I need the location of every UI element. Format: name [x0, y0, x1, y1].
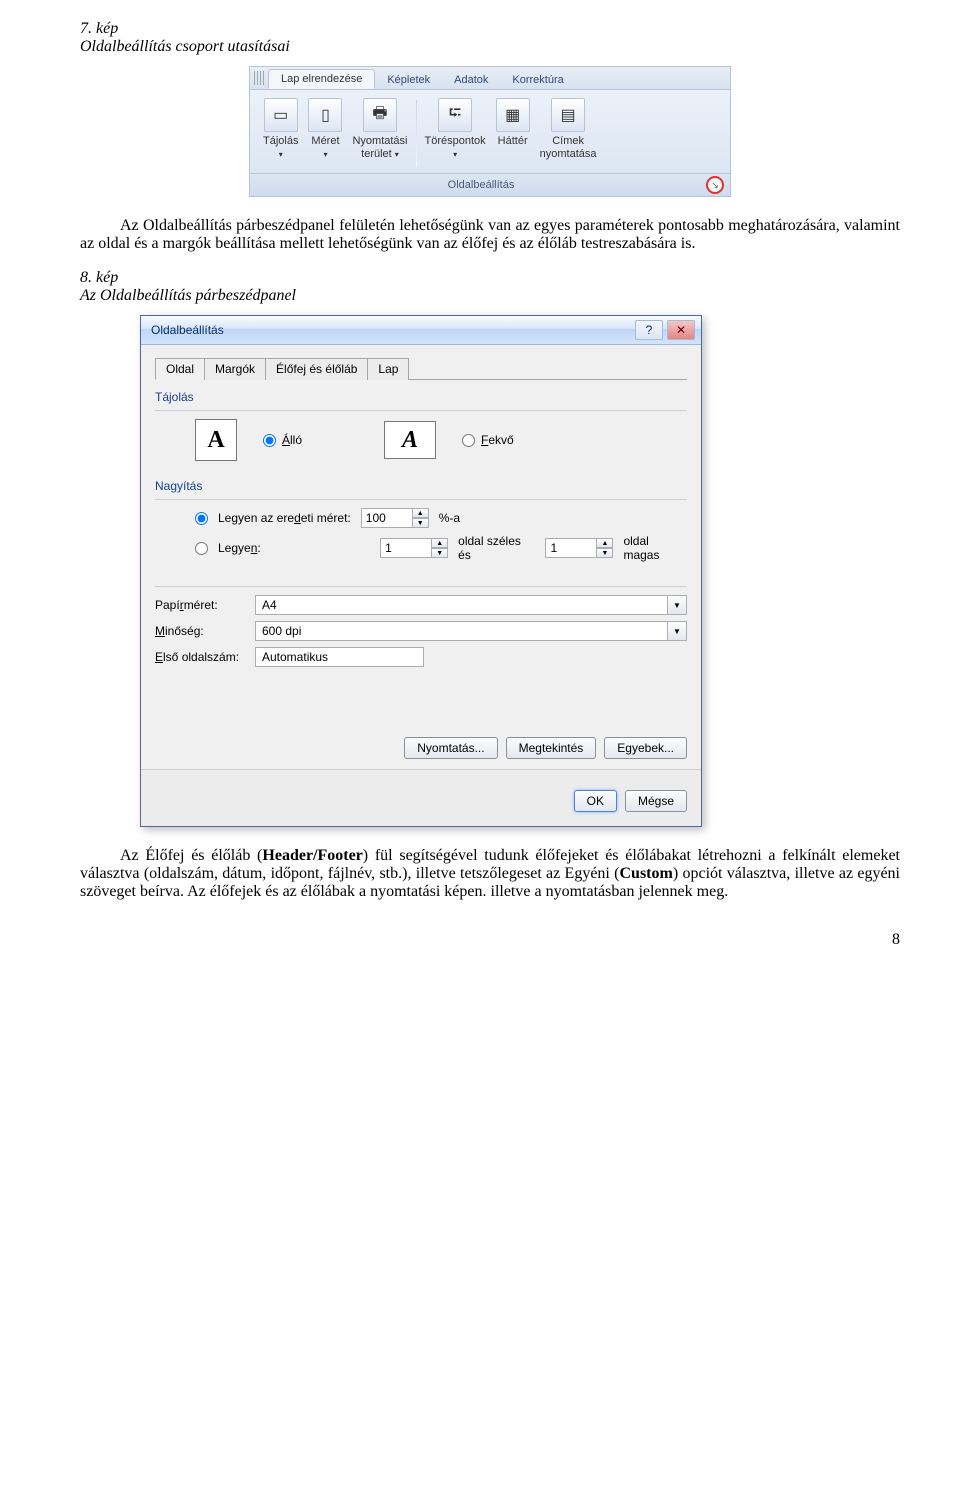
breaks-label: Töréspontok	[425, 135, 486, 147]
tab-sheet[interactable]: Lap	[367, 358, 409, 380]
background-label: Háttér	[498, 135, 528, 148]
chevron-down-icon: ▾	[323, 150, 327, 159]
tab-page[interactable]: Oldal	[155, 358, 205, 380]
ribbon-size[interactable]: ▯ Méret ▾	[305, 96, 345, 171]
tab-margins[interactable]: Margók	[204, 358, 266, 380]
dialog-launcher-icon[interactable]: ↘	[706, 176, 724, 194]
first-page-label: Első oldalszám:Első oldalszám:	[155, 650, 245, 664]
print-quality-combo[interactable]	[255, 621, 668, 641]
first-page-input[interactable]	[255, 647, 424, 667]
orientation-label: Tájolás	[263, 135, 298, 147]
adjust-to-label: Legyen az eredeti méret:Legyen az eredet…	[218, 511, 351, 525]
ribbon-tab-data[interactable]: Adatok	[442, 71, 500, 89]
landscape-icon: A	[384, 421, 436, 459]
spin-up-icon[interactable]: ▲	[597, 538, 613, 548]
ribbon-tab-review[interactable]: Korrektúra	[500, 71, 575, 89]
ribbon-orientation[interactable]: ▭ Tájolás ▾	[260, 96, 301, 171]
landscape-label: FekvőFekvő	[481, 433, 514, 447]
zoom-section-label: Nagyítás	[155, 479, 687, 493]
ribbon-tab-formulas[interactable]: Képletek	[375, 71, 442, 89]
pages-tall-input[interactable]	[545, 538, 597, 558]
ribbon-tab-layout[interactable]: Lap elrendezése	[268, 69, 375, 89]
preview-button[interactable]: Megtekintés	[506, 737, 597, 759]
spin-up-icon[interactable]: ▲	[413, 508, 429, 518]
landscape-radio[interactable]	[462, 434, 475, 447]
ribbon-background[interactable]: ▦ Háttér	[493, 96, 533, 171]
print-area-label1: Nyomtatási	[352, 135, 407, 147]
pages-tall-suffix: oldal magas	[623, 534, 687, 562]
adjust-to-radio[interactable]	[195, 512, 208, 525]
ribbon-handle	[254, 71, 264, 85]
ribbon-group-label: Oldalbeállítás	[448, 179, 515, 191]
orientation-section-label: Tájolás	[155, 390, 687, 404]
paragraph-2: Az Élőfej és élőláb (Header/Footer) fül …	[80, 847, 900, 901]
paragraph-1: Az Oldalbeállítás párbeszédpanel felület…	[80, 217, 900, 253]
spin-down-icon[interactable]: ▼	[432, 548, 448, 558]
size-icon: ▯	[308, 98, 342, 132]
help-button[interactable]: ?	[635, 320, 663, 340]
chevron-down-icon: ▾	[453, 150, 457, 159]
spin-down-icon[interactable]: ▼	[413, 518, 429, 528]
ribbon-print-area[interactable]: 🖶 Nyomtatásiterület ▾	[349, 96, 410, 171]
orientation-icon: ▭	[264, 98, 298, 132]
figure7-caption: Oldalbeállítás csoport utasításai	[80, 38, 900, 56]
spin-down-icon[interactable]: ▼	[597, 548, 613, 558]
zoom-percent-input[interactable]	[361, 508, 413, 528]
ribbon-screenshot: Lap elrendezése Képletek Adatok Korrektú…	[249, 66, 731, 197]
background-icon: ▦	[496, 98, 530, 132]
pages-wide-suffix: oldal széles és	[458, 534, 535, 562]
dialog-title: Oldalbeállítás	[151, 323, 224, 337]
tab-header-footer[interactable]: Élőfej és élőláb	[265, 358, 368, 380]
percent-suffix: %-a	[439, 511, 460, 525]
figure8-label: 8. kép	[80, 269, 900, 287]
fit-to-radio[interactable]	[195, 542, 208, 555]
print-quality-label: Minőség:Minőség:	[155, 624, 245, 638]
chevron-down-icon[interactable]: ▼	[668, 621, 687, 641]
spin-up-icon[interactable]: ▲	[432, 538, 448, 548]
titles-label1: Címek	[552, 135, 584, 147]
print-area-icon: 🖶	[363, 98, 397, 132]
portrait-label: ÁÁllólló	[282, 433, 302, 447]
print-button[interactable]: Nyomtatás...	[404, 737, 497, 759]
paper-size-label: Papírméret:Papírméret:	[155, 598, 245, 612]
page-setup-dialog: Oldalbeállítás ? ✕ Oldal Margók Élőfej é…	[140, 315, 702, 827]
chevron-down-icon: ▾	[395, 150, 399, 159]
breaks-icon: ⮓	[438, 98, 472, 132]
figure7-label: 7. kép	[80, 20, 900, 38]
ribbon-print-titles[interactable]: ▤ Címeknyomtatása	[537, 96, 600, 171]
portrait-icon: A	[195, 419, 237, 461]
print-area-label2: terület	[361, 148, 392, 160]
chevron-down-icon: ▾	[279, 150, 283, 159]
chevron-down-icon[interactable]: ▼	[668, 595, 687, 615]
figure8-caption: Az Oldalbeállítás párbeszédpanel	[80, 287, 900, 305]
portrait-radio[interactable]	[263, 434, 276, 447]
ok-button[interactable]: OK	[574, 790, 617, 812]
fit-to-label: Legyen:Legyen:	[218, 541, 370, 555]
pages-wide-input[interactable]	[380, 538, 432, 558]
titles-label2: nyomtatása	[540, 148, 597, 160]
options-button[interactable]: Egyebek...	[604, 737, 687, 759]
close-button[interactable]: ✕	[667, 320, 695, 340]
size-label: Méret	[311, 135, 339, 147]
ribbon-breaks[interactable]: ⮓ Töréspontok ▾	[422, 96, 489, 171]
print-titles-icon: ▤	[551, 98, 585, 132]
paper-size-combo[interactable]	[255, 595, 668, 615]
page-number: 8	[80, 931, 900, 949]
cancel-button[interactable]: Mégse	[625, 790, 687, 812]
